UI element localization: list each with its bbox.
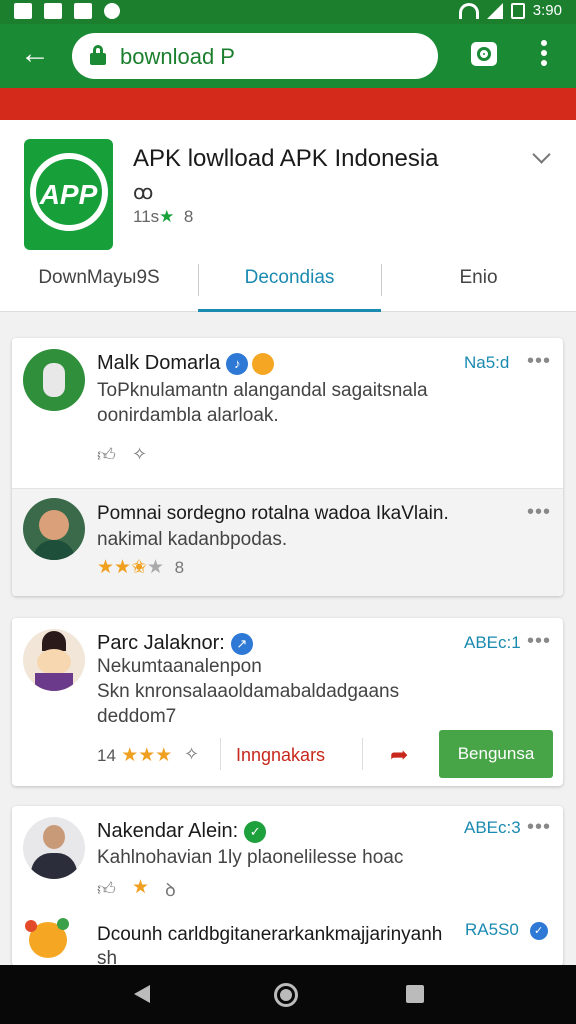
- rating-stars: ★★✬★ 8: [97, 557, 185, 578]
- avatar[interactable]: [23, 498, 85, 560]
- review-text: Kahlnohavian 1ly plaonelilesse hoac: [97, 847, 404, 868]
- verified-icon: ↗: [230, 632, 253, 655]
- like-icon[interactable]: 👍︎: [97, 444, 116, 466]
- gallery-icon: [74, 3, 92, 19]
- review-text: ToPknulamantn alangandal sagaitsnala ooni…: [97, 380, 428, 426]
- battery-icon: [510, 2, 525, 19]
- image-icon: [44, 3, 62, 19]
- reply-icon[interactable]: ꝺ: [165, 878, 176, 902]
- reviewer-name: Pomnai sordegno rotalna wadoa IkaVlain.: [97, 503, 449, 524]
- mail-icon: [14, 3, 32, 19]
- share-icon[interactable]: ✧: [184, 744, 199, 765]
- rating-stars: 14 ★★★: [97, 745, 173, 766]
- back-arrow-icon[interactable]: ←: [18, 38, 52, 72]
- tab-download[interactable]: DownMaуы9S: [0, 250, 198, 312]
- review-card: Malk Domarla ♪ Na5:d ••• ToPknulamantn al…: [12, 338, 563, 596]
- browser-toolbar: ← bownload P: [0, 24, 576, 88]
- avatar[interactable]: [23, 349, 85, 411]
- nav-recents-icon[interactable]: [406, 985, 424, 1003]
- more-icon[interactable]: •••: [527, 630, 551, 653]
- app-logo: APP: [24, 139, 113, 250]
- review-text: Nekumtaanalenpon Skn knronsalaaoldamabald…: [97, 656, 400, 727]
- star-icon[interactable]: ★: [132, 876, 149, 899]
- star-icon: ★: [159, 207, 175, 226]
- tab-info[interactable]: Enio: [381, 250, 576, 312]
- like-icon[interactable]: 👍︎: [97, 878, 116, 900]
- forward-arrow-icon[interactable]: ➦: [390, 742, 408, 768]
- clock: 3:90: [532, 2, 562, 19]
- sync-icon: [104, 3, 120, 19]
- reply-button[interactable]: Bengunsa: [439, 730, 553, 778]
- reply-block: Pomnai sordegno rotalna wadoa IkaVlain. …: [12, 488, 563, 596]
- nav-home-icon[interactable]: [274, 983, 298, 1007]
- review-card: Nakendar Alein: ✓ ABEc:3 ••• Kahlnohavian…: [12, 806, 563, 966]
- reviewer-name: Malk Domarla ♪: [97, 352, 275, 375]
- review-text: sh: [97, 948, 118, 966]
- review-text: nakimal kadanbpodas.: [97, 529, 288, 550]
- avatar[interactable]: [23, 629, 85, 691]
- more-icon[interactable]: •••: [527, 816, 551, 839]
- review-time: RA5S0 ✓: [465, 920, 548, 940]
- reviewer-name: Nakendar Alein: ✓: [97, 820, 267, 843]
- red-banner: [0, 88, 576, 120]
- verified-icon: ✓: [244, 820, 267, 843]
- more-icon[interactable]: •••: [527, 350, 551, 373]
- share-icon[interactable]: ✧: [132, 444, 147, 465]
- url-text[interactable]: bownload P: [120, 44, 235, 70]
- app-subtitle: ꝏ: [133, 182, 154, 204]
- wifi-icon: [458, 2, 479, 19]
- tab-bar: DownMaуы9S Decondias Enio: [0, 250, 576, 312]
- verified-icon: ♪: [226, 352, 249, 375]
- review-time: ABEc:3: [464, 818, 521, 837]
- avatar[interactable]: [23, 817, 85, 879]
- more-icon[interactable]: •••: [527, 501, 551, 524]
- app-title: APK lowlload APK Indonesia: [133, 145, 439, 172]
- url-bar[interactable]: bownload P: [72, 33, 438, 79]
- review-time: Na5:d: [464, 353, 510, 372]
- nav-back-icon[interactable]: [134, 985, 150, 1003]
- system-nav-bar: [0, 965, 576, 1024]
- status-bar: 3:90: [0, 0, 576, 24]
- chevron-down-icon[interactable]: [531, 148, 553, 170]
- camera-icon[interactable]: [471, 42, 497, 66]
- app-rating: 11s★ 8: [133, 207, 194, 226]
- signal-icon: [486, 2, 503, 19]
- review-card: Parc Jalaknor: ↗ ABEc:1 ••• Nekumtaanalen…: [12, 618, 563, 786]
- review-time: ABEc:1: [464, 633, 521, 652]
- emoji-icon: [252, 352, 275, 375]
- report-link[interactable]: Inngnakars: [236, 745, 325, 766]
- reviewer-name: Parc Jalaknor: ↗: [97, 632, 253, 655]
- overflow-menu-icon[interactable]: [536, 40, 552, 70]
- reviewer-name: Dcounh carldbgitanerarkankmajjarinyanh: [97, 924, 443, 945]
- avatar[interactable]: [23, 914, 73, 964]
- tab-discussion[interactable]: Decondias: [198, 250, 381, 312]
- lock-icon: [90, 45, 106, 65]
- verified-icon: ✓: [529, 921, 548, 940]
